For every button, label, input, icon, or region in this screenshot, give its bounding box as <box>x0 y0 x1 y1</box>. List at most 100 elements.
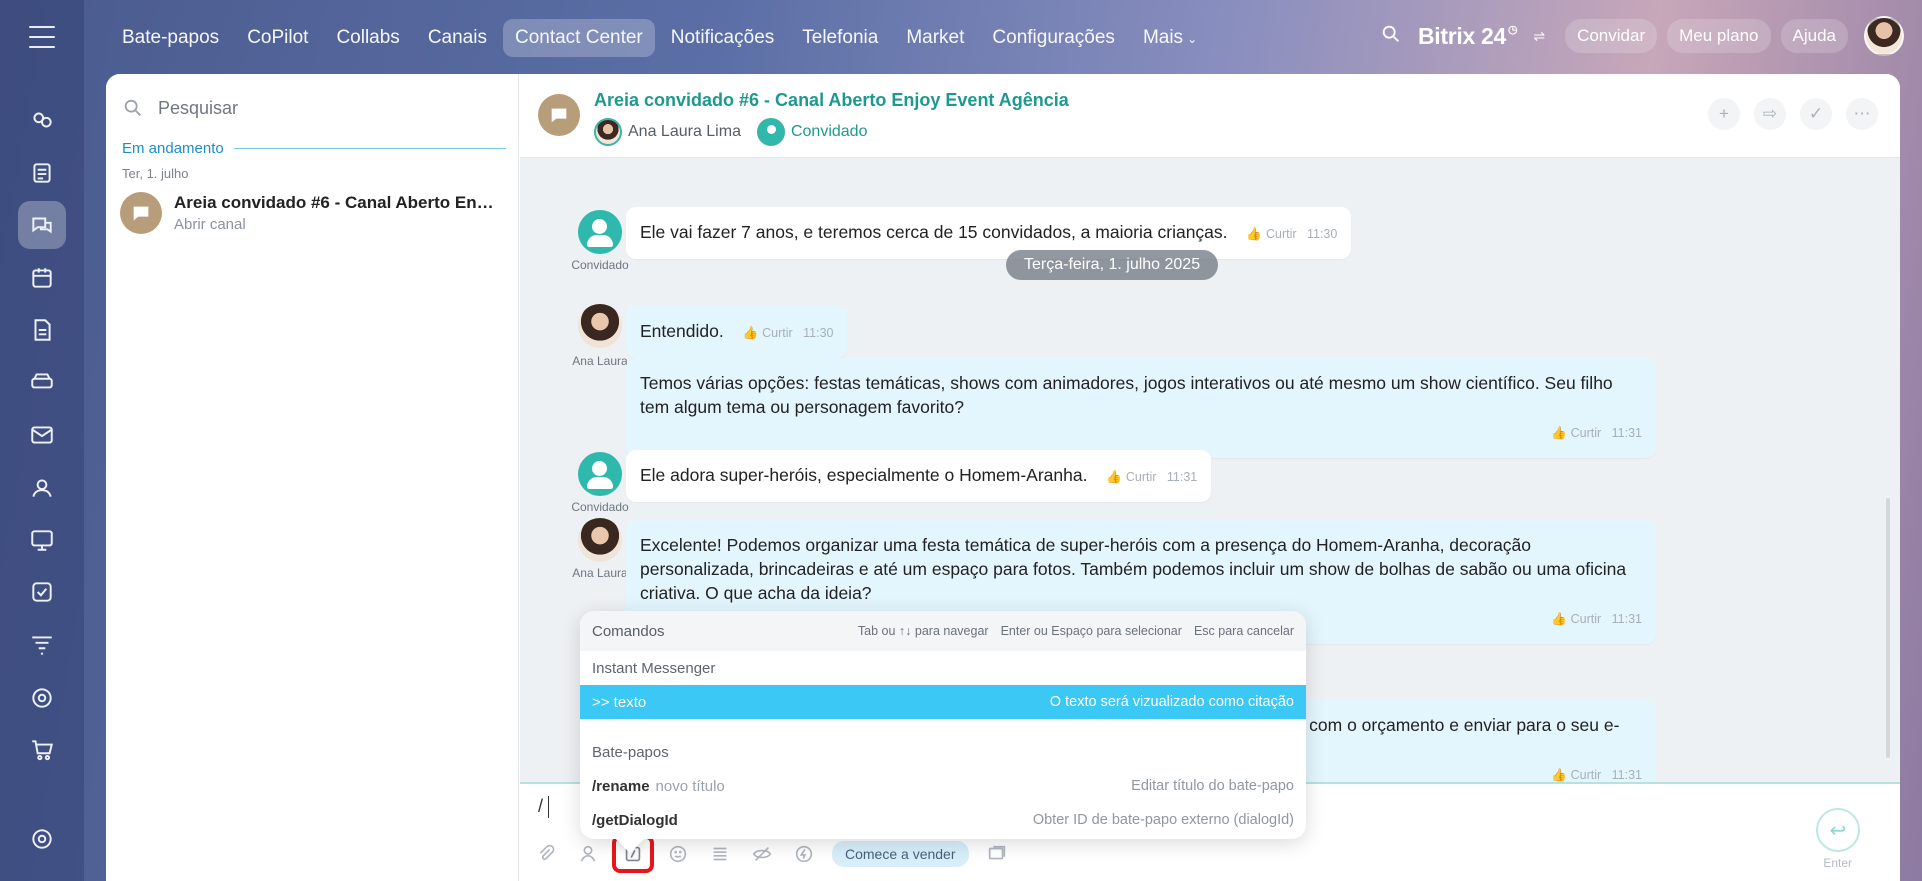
send-hint: Enter <box>1823 856 1852 870</box>
message-input[interactable]: / <box>538 796 543 817</box>
rail-tasks-icon[interactable] <box>18 568 66 616</box>
message-time: 11:31 <box>1611 426 1642 440</box>
guest-name[interactable]: Convidado <box>791 123 868 141</box>
plan-button[interactable]: Meu plano <box>1667 19 1771 53</box>
command-rename-desc: Editar título do bate-papo <box>1131 778 1294 794</box>
list-item-title: Areia convidado #6 - Canal Aberto Enj... <box>174 193 494 212</box>
message-bubble: Entendido. 👍 Curtir 11:30 <box>626 306 848 358</box>
sender-label: Convidado <box>571 500 629 514</box>
command-rename[interactable]: /rename novo título Editar título do bate… <box>580 769 1306 803</box>
chat-list: Pesquisar Em andamento Ter, 1. julho Are… <box>106 74 519 881</box>
brand-text: Bitrix 24 <box>1417 22 1507 49</box>
like-label[interactable]: Curtir <box>1571 612 1602 626</box>
search-icon[interactable] <box>1380 23 1402 50</box>
chevron-down-icon: ⌄ <box>1187 32 1198 46</box>
search-input[interactable]: Pesquisar <box>122 92 502 124</box>
rail-settings-icon[interactable] <box>18 815 66 863</box>
menu-icon[interactable] <box>29 26 55 48</box>
like-label[interactable]: Curtir <box>1571 768 1602 782</box>
message-text: Temos várias opções: festas temáticas, s… <box>640 373 1613 417</box>
like-label[interactable]: Curtir <box>762 326 793 340</box>
nav-notificacoes[interactable]: Notificações <box>659 19 787 57</box>
add-icon[interactable]: + <box>1708 98 1740 130</box>
brand-settings-icon[interactable]: ⇌ <box>1533 28 1545 45</box>
rail-drive-icon[interactable] <box>18 358 66 406</box>
nav-telefonia[interactable]: Telefonia <box>790 19 890 57</box>
nav-collabs[interactable]: Collabs <box>324 19 411 57</box>
contact-icon[interactable] <box>574 840 602 868</box>
chat-header: Areia convidado #6 - Canal Aberto Enjoy … <box>520 74 1900 158</box>
hint-navigate: Tab ou ↑↓ para navegar <box>857 624 989 638</box>
like-label[interactable]: Curtir <box>1266 227 1297 241</box>
like-label[interactable]: Curtir <box>1571 426 1602 440</box>
message-bubble: Ele adora super-heróis, especialmente o … <box>626 450 1212 502</box>
search-placeholder: Pesquisar <box>158 97 239 118</box>
like-icon[interactable]: 👍 <box>1551 426 1567 440</box>
agent-avatar[interactable] <box>578 518 622 562</box>
rail-docs-icon[interactable] <box>18 306 66 354</box>
user-avatar[interactable] <box>1864 16 1904 56</box>
lightning-icon[interactable] <box>790 840 818 868</box>
message-text: Ele vai fazer 7 anos, e teremos cerca de… <box>640 222 1228 242</box>
help-button[interactable]: Ajuda <box>1780 19 1848 53</box>
nav-contact-center[interactable]: Contact Center <box>502 19 655 57</box>
chat-bubble-icon <box>120 192 162 234</box>
scrollbar[interactable] <box>1886 498 1890 758</box>
commands-popup-header: Comandos Tab ou ↑↓ para navegar Enter ou… <box>580 611 1306 651</box>
main-panel: Pesquisar Em andamento Ter, 1. julho Are… <box>106 74 1900 881</box>
invite-button[interactable]: Convidar <box>1565 19 1658 53</box>
rail-calendar-icon[interactable] <box>18 254 66 302</box>
header-actions: + ⇨ ✓ ⋯ <box>1708 98 1878 130</box>
nav-bate-papos[interactable]: Bate-papos <box>110 19 231 57</box>
rail-target-icon[interactable] <box>18 674 66 722</box>
chat-bubble-icon <box>538 94 580 136</box>
message-meta: 👍 Curtir 11:31 <box>640 421 1642 445</box>
agent-avatar[interactable] <box>594 118 622 146</box>
quick-replies-icon[interactable] <box>706 840 734 868</box>
agent-avatar[interactable] <box>578 304 622 348</box>
rail-mail-icon[interactable] <box>18 411 66 459</box>
nav-copilot[interactable]: CoPilot <box>235 19 320 57</box>
like-label[interactable]: Curtir <box>1126 470 1157 484</box>
agent-name[interactable]: Ana Laura Lima <box>628 123 741 141</box>
command-get-dialog-id[interactable]: /getDialogId Obter ID de bate-papo exter… <box>580 803 1306 837</box>
nav-mais[interactable]: Mais ⌄ <box>1131 19 1209 57</box>
top-navigation: Bate-papos CoPilot Collabs Canais Contac… <box>110 18 1209 58</box>
commands-title: Comandos <box>592 622 665 640</box>
like-icon[interactable]: 👍 <box>1551 612 1567 626</box>
more-icon[interactable]: ⋯ <box>1846 98 1878 130</box>
hint-select: Enter ou Espaço para selecionar <box>1000 624 1182 638</box>
attach-icon[interactable] <box>532 840 560 868</box>
check-circle-icon[interactable]: ✓ <box>1800 98 1832 130</box>
rail-funnel-icon[interactable] <box>18 621 66 669</box>
rail-crm-icon[interactable] <box>18 516 66 564</box>
list-item[interactable]: Areia convidado #6 - Canal Aberto Enj...… <box>120 192 508 234</box>
like-icon[interactable]: 👍 <box>1106 470 1122 484</box>
nav-canais[interactable]: Canais <box>416 19 499 57</box>
rail-collab-icon[interactable] <box>18 96 66 144</box>
emoji-icon[interactable] <box>664 840 692 868</box>
start-selling-button[interactable]: Comece a vender <box>832 841 969 867</box>
command-quote[interactable]: >> texto O texto será vizualizado como c… <box>580 685 1306 719</box>
nav-market[interactable]: Market <box>894 19 976 57</box>
guest-avatar[interactable] <box>756 118 785 146</box>
like-icon[interactable]: 👍 <box>1551 768 1567 782</box>
send-button[interactable]: ↩ <box>1816 808 1860 852</box>
chat-title[interactable]: Areia convidado #6 - Canal Aberto Enjoy … <box>594 90 1069 111</box>
chat-members: Ana Laura Lima Convidado <box>594 118 867 146</box>
rail-chats-icon[interactable] <box>18 201 66 249</box>
like-icon[interactable]: 👍 <box>1246 227 1262 241</box>
rail-contacts-icon[interactable] <box>18 464 66 512</box>
like-icon[interactable]: 👍 <box>743 326 759 340</box>
hidden-message-icon[interactable] <box>748 840 776 868</box>
forward-icon[interactable]: ⇨ <box>1754 98 1786 130</box>
section-divider <box>233 148 506 149</box>
guest-avatar[interactable] <box>578 452 622 496</box>
screen-share-icon[interactable] <box>983 840 1011 868</box>
nav-configuracoes[interactable]: Configurações <box>980 19 1127 57</box>
command-dialog-desc: Obter ID de bate-papo externo (dialogId) <box>1032 812 1294 828</box>
send-arrow-icon: ↩ <box>1829 819 1847 842</box>
guest-avatar[interactable] <box>578 210 622 254</box>
rail-feed-icon[interactable] <box>18 149 66 197</box>
rail-cart-icon[interactable] <box>18 726 66 774</box>
